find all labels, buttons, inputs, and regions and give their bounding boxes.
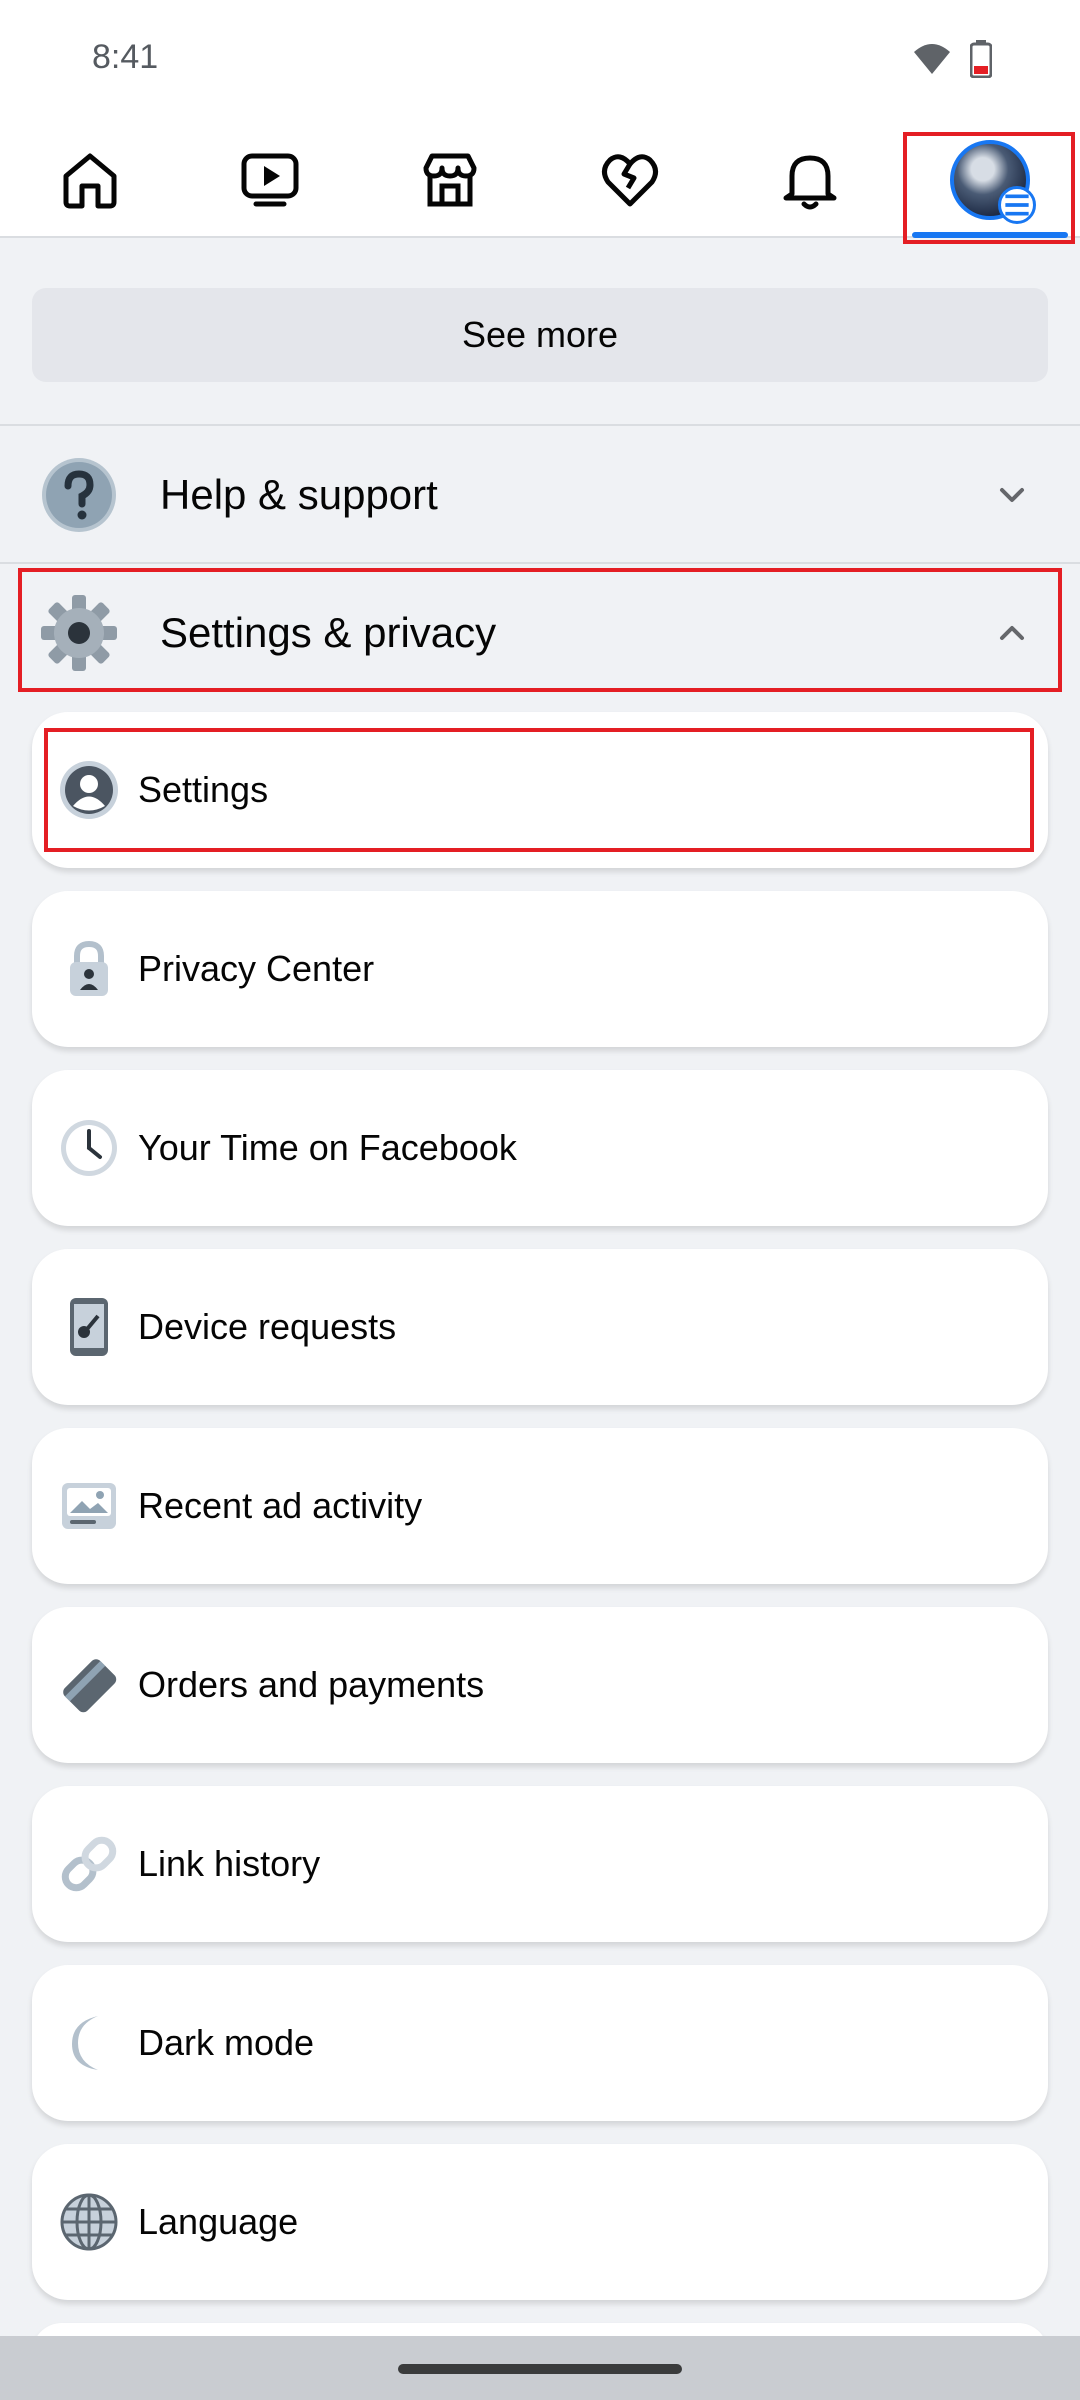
moon-icon bbox=[72, 2016, 98, 2070]
chevron-up-icon bbox=[1000, 626, 1024, 640]
menu-item-privacy-center[interactable]: Privacy Center bbox=[32, 891, 1048, 1047]
menu-item-label: Privacy Center bbox=[138, 948, 375, 989]
dating-heart-icon bbox=[602, 154, 658, 207]
settings-privacy-title: Settings & privacy bbox=[160, 609, 497, 656]
tab-home[interactable] bbox=[0, 122, 180, 238]
globe-icon bbox=[60, 2193, 118, 2251]
menu-item-recent-ad-activity[interactable]: Recent ad activity bbox=[32, 1428, 1048, 1584]
status-bar: 8:41 bbox=[0, 0, 1080, 122]
link-icon bbox=[61, 1836, 117, 1892]
menu-item-device-requests[interactable]: Device requests bbox=[32, 1249, 1048, 1405]
video-icon bbox=[241, 153, 299, 207]
status-icons bbox=[912, 40, 992, 78]
menu-item-dark-mode[interactable]: Dark mode bbox=[32, 1965, 1048, 2121]
see-more-button[interactable]: See more bbox=[32, 288, 1048, 382]
lock-icon bbox=[70, 940, 108, 996]
menu-item-settings[interactable]: Settings bbox=[32, 712, 1048, 868]
bell-icon bbox=[783, 155, 837, 210]
help-support-title: Help & support bbox=[160, 471, 438, 518]
menu-item-link-history[interactable]: Link history bbox=[32, 1786, 1048, 1942]
marketplace-icon bbox=[423, 153, 477, 207]
tab-dating[interactable] bbox=[540, 122, 720, 238]
battery-icon bbox=[970, 40, 992, 78]
tab-menu-profile[interactable] bbox=[900, 122, 1080, 238]
wifi-icon bbox=[914, 44, 950, 74]
divider bbox=[0, 424, 1080, 426]
menu-item-label: Orders and payments bbox=[138, 1664, 485, 1705]
help-support-section[interactable]: Help & support bbox=[0, 430, 1080, 560]
divider bbox=[0, 562, 1080, 564]
menu-item-your-time[interactable]: Your Time on Facebook bbox=[32, 1070, 1048, 1226]
phone-key-icon bbox=[70, 1298, 108, 1356]
tab-marketplace[interactable] bbox=[360, 122, 540, 238]
home-icon bbox=[63, 153, 117, 209]
menu-item-language[interactable]: Language bbox=[32, 2144, 1048, 2300]
menu-item-label: Recent ad activity bbox=[138, 1485, 423, 1526]
avatar bbox=[950, 140, 1036, 224]
clock-icon bbox=[61, 1120, 117, 1176]
status-time: 8:41 bbox=[92, 38, 159, 76]
menu-item-label: Device requests bbox=[138, 1306, 397, 1347]
gear-icon bbox=[41, 595, 117, 671]
home-gesture-handle[interactable] bbox=[398, 2364, 682, 2374]
settings-privacy-section[interactable]: Settings & privacy bbox=[0, 568, 1080, 698]
chevron-down-icon bbox=[1000, 488, 1024, 502]
profile-menu-icon bbox=[998, 186, 1036, 224]
top-navigation bbox=[0, 122, 1080, 238]
question-icon bbox=[42, 458, 116, 532]
menu-item-label: Your Time on Facebook bbox=[138, 1127, 517, 1168]
menu-item-label: Dark mode bbox=[138, 2022, 315, 2063]
menu-item-label: Link history bbox=[138, 1843, 321, 1884]
menu-item-label: Language bbox=[138, 2201, 299, 2242]
ad-activity-icon bbox=[62, 1483, 116, 1529]
tab-notifications[interactable] bbox=[720, 122, 900, 238]
menu-item-orders-payments[interactable]: Orders and payments bbox=[32, 1607, 1048, 1763]
menu-item-label: Settings bbox=[138, 769, 269, 810]
person-icon bbox=[60, 761, 118, 819]
tab-video[interactable] bbox=[180, 122, 360, 238]
credit-card-icon bbox=[63, 1659, 117, 1713]
